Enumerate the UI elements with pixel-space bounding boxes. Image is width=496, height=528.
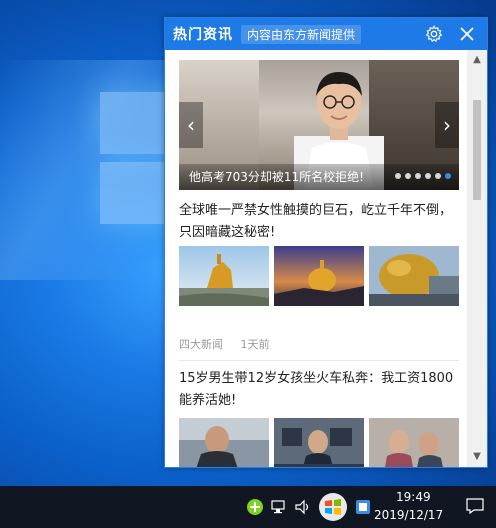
divider xyxy=(179,360,459,361)
close-icon[interactable] xyxy=(457,24,477,44)
article-source: 四大新闻 xyxy=(179,338,223,351)
carousel-caption-text[interactable]: 他高考703分却被11所名校拒绝! xyxy=(189,170,364,184)
scroll-thumb[interactable] xyxy=(473,100,481,200)
news-carousel[interactable]: ‹ › 他高考703分却被11所名校拒绝! xyxy=(179,60,459,190)
article-time: 1天前 xyxy=(240,338,270,351)
article-meta: 四大新闻 1天前 xyxy=(179,336,270,352)
volume-icon[interactable] xyxy=(294,498,312,516)
system-tray xyxy=(246,492,378,522)
clock-time[interactable]: 19:49 xyxy=(396,490,431,504)
network-icon[interactable] xyxy=(270,498,288,516)
carousel-caption: 他高考703分却被11所名校拒绝! xyxy=(179,164,459,190)
article-thumbnails xyxy=(179,246,459,306)
popup-subtitle: 内容由东方新闻提供 xyxy=(241,24,362,44)
carousel-dot[interactable] xyxy=(395,173,401,179)
carousel-dot[interactable] xyxy=(435,173,441,179)
article-title[interactable]: 全球唯一严禁女性触摸的巨石，屹立千年不倒，只因暗藏这秘密! xyxy=(179,200,455,244)
windows-badge-icon[interactable] xyxy=(318,492,348,522)
article-thumbnail[interactable] xyxy=(179,246,269,306)
scroll-down-icon[interactable]: ▼ xyxy=(471,451,483,463)
popup-title: 热门资讯 xyxy=(173,27,233,43)
carousel-dot[interactable] xyxy=(425,173,431,179)
popup-header: 热门资讯 内容由东方新闻提供 xyxy=(165,18,487,50)
article-thumbnail[interactable] xyxy=(369,246,459,306)
article-thumbnail[interactable] xyxy=(274,246,364,306)
article-thumbnails xyxy=(179,418,459,467)
scrollbar[interactable]: ▲ ▼ xyxy=(467,50,487,467)
plus-icon[interactable] xyxy=(246,498,264,516)
article-thumbnail[interactable] xyxy=(274,418,364,467)
carousel-dot[interactable] xyxy=(445,173,451,179)
news-popup: 热门资讯 内容由东方新闻提供 ‹ › 他高考703分却被11所名校拒绝! 全球唯… xyxy=(164,17,488,468)
chevron-right-icon[interactable]: › xyxy=(435,102,459,148)
article-thumbnail[interactable] xyxy=(179,418,269,467)
taskbar: 19:49 2019/12/17 xyxy=(0,486,496,528)
news-feed: ‹ › 他高考703分却被11所名校拒绝! 全球唯一严禁女性触摸的巨石，屹立千年… xyxy=(165,50,467,467)
article-title[interactable]: 15岁男生带12岁女孩坐火车私奔：我工资1800能养活她! xyxy=(179,368,455,412)
clock-date[interactable]: 2019/12/17 xyxy=(374,508,443,522)
carousel-dot[interactable] xyxy=(415,173,421,179)
gear-icon[interactable] xyxy=(425,25,443,43)
notification-icon[interactable] xyxy=(466,498,484,514)
app-icon[interactable] xyxy=(354,498,372,516)
article-thumbnail[interactable] xyxy=(369,418,459,467)
chevron-left-icon[interactable]: ‹ xyxy=(179,102,203,148)
scroll-up-icon[interactable]: ▲ xyxy=(471,54,483,66)
carousel-dot[interactable] xyxy=(405,173,411,179)
carousel-dots xyxy=(395,173,451,179)
